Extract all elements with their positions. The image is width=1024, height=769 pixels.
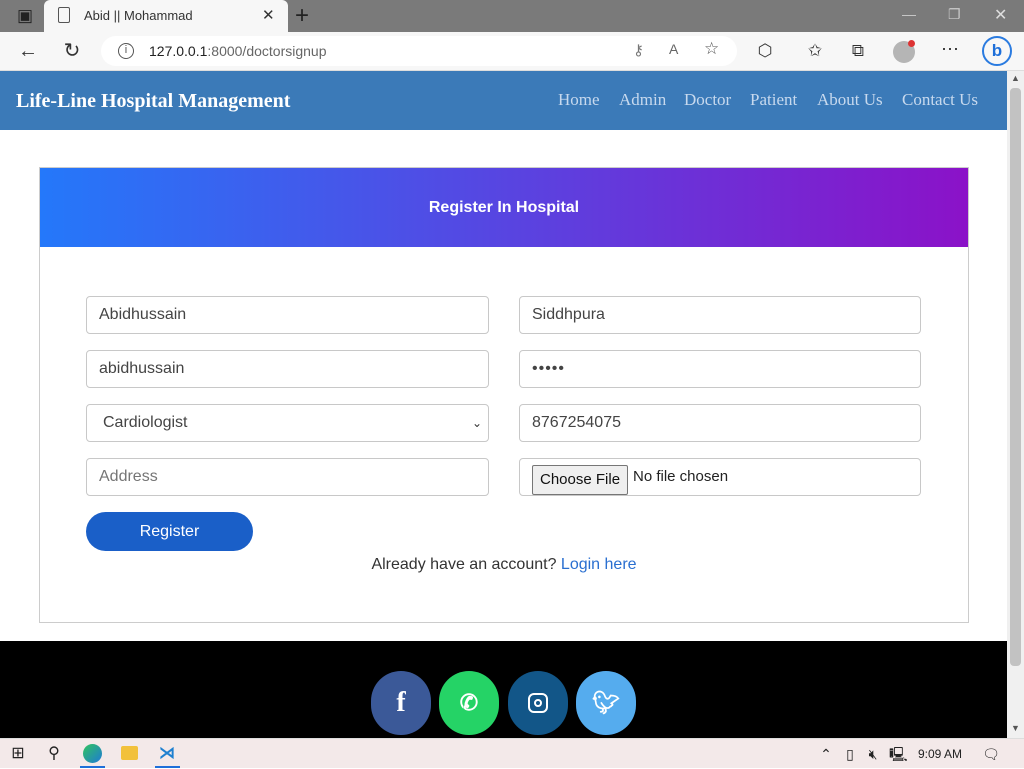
footer: f ✆ 🐦︎ <box>0 641 1007 738</box>
whatsapp-icon[interactable]: ✆ <box>439 671 499 735</box>
scrollbar[interactable]: ▲ ▼ <box>1007 71 1024 738</box>
last-name-input[interactable] <box>519 296 921 334</box>
favorites-icon[interactable]: ✩ <box>800 36 830 66</box>
search-icon[interactable]: ⚲ <box>44 739 64 769</box>
info-icon[interactable]: i <box>118 43 134 59</box>
file-explorer-icon[interactable] <box>121 746 138 760</box>
department-value: Cardiologist <box>103 414 188 431</box>
page-content: Life-Line Hospital Management Home Admin… <box>0 71 1007 738</box>
address-bar[interactable]: i 127.0.0.1:8000/doctorsignup ⚷ A ☆ <box>101 36 737 66</box>
register-button[interactable]: Register <box>86 512 253 551</box>
register-card: Register In Hospital ••••• Cardiologist … <box>39 167 969 623</box>
department-select[interactable]: Cardiologist ⌄ <box>86 404 489 442</box>
more-icon[interactable]: ⋯ <box>935 34 965 64</box>
restore-button[interactable]: ❐ <box>948 6 961 23</box>
username-input[interactable] <box>86 350 489 388</box>
collections-icon[interactable]: ⧉ <box>843 36 873 66</box>
choose-file-button[interactable]: Choose File <box>532 465 629 495</box>
browser-tab[interactable]: Abid || Mohammad ✕ <box>44 0 288 32</box>
close-tab-icon[interactable]: ✕ <box>262 6 275 24</box>
nav-about-us[interactable]: About Us <box>817 90 883 110</box>
read-aloud-icon[interactable]: A <box>669 41 678 57</box>
edge-icon[interactable] <box>83 744 102 763</box>
instagram-icon[interactable] <box>508 671 568 735</box>
twitter-icon[interactable]: 🐦︎ <box>576 671 636 735</box>
login-prompt-row: Already have an account? Login here <box>40 556 968 574</box>
card-header: Register In Hospital <box>40 168 968 247</box>
extensions-icon[interactable]: ⬡ <box>750 36 780 66</box>
add-favorite-icon[interactable]: ☆ <box>704 39 719 59</box>
notifications-icon[interactable]: 🗨︎ <box>982 739 1000 769</box>
scroll-thumb[interactable] <box>1010 88 1021 666</box>
scroll-up-icon[interactable]: ▲ <box>1011 73 1020 83</box>
form-title: Register In Hospital <box>428 199 580 216</box>
password-input[interactable]: ••••• <box>519 350 921 388</box>
notification-dot <box>908 40 915 47</box>
chevron-down-icon: ⌄ <box>471 416 482 430</box>
tab-actions-icon[interactable]: ▣ <box>10 1 40 31</box>
vscode-icon[interactable]: ⋊ <box>157 739 177 769</box>
navbar: Life-Line Hospital Management Home Admin… <box>0 71 1007 130</box>
url-text: 127.0.0.1:8000/doctorsignup <box>149 43 327 59</box>
windows-start-icon[interactable]: ⊞ <box>8 739 28 769</box>
nav-doctor[interactable]: Doctor <box>684 90 731 110</box>
nav-home[interactable]: Home <box>558 90 600 110</box>
login-prompt: Already have an account? <box>371 556 557 573</box>
address-input[interactable] <box>86 458 489 496</box>
bing-icon[interactable]: b <box>982 36 1012 66</box>
nav-patient[interactable]: Patient <box>750 90 797 110</box>
brand-title[interactable]: Life-Line Hospital Management <box>16 90 290 113</box>
network-icon[interactable]: 🖳︎ <box>889 739 908 769</box>
page-icon <box>58 7 70 23</box>
first-name-input[interactable] <box>86 296 489 334</box>
refresh-icon[interactable]: ↻ <box>57 36 87 66</box>
tray-chevron-up-icon[interactable]: ⌃ <box>818 739 834 769</box>
clock[interactable]: 9:09 AM <box>914 739 966 769</box>
file-status: No file chosen <box>633 468 729 485</box>
scroll-down-icon[interactable]: ▼ <box>1011 723 1020 733</box>
nav-admin[interactable]: Admin <box>619 90 666 110</box>
battery-icon[interactable]: ▯ <box>842 739 858 769</box>
volume-mute-icon[interactable]: 🔇︎ <box>864 739 882 769</box>
new-tab-button[interactable]: + <box>295 2 309 30</box>
facebook-icon[interactable]: f <box>371 671 431 735</box>
close-window-button[interactable]: ✕ <box>994 5 1007 25</box>
minimize-button[interactable]: — <box>902 6 916 22</box>
mobile-input[interactable] <box>519 404 921 442</box>
key-icon[interactable]: ⚷ <box>633 41 644 59</box>
nav-contact-us[interactable]: Contact Us <box>902 90 978 110</box>
back-icon[interactable]: ← <box>13 36 43 66</box>
tab-title: Abid || Mohammad <box>84 8 193 23</box>
taskbar: ⊞ ⚲ ⋊ ⌃ ▯ 🔇︎ 🖳︎ 9:09 AM 🗨︎ <box>0 738 1024 768</box>
login-link[interactable]: Login here <box>561 556 637 573</box>
profile-pic-field: Choose File No file chosen <box>519 458 921 496</box>
